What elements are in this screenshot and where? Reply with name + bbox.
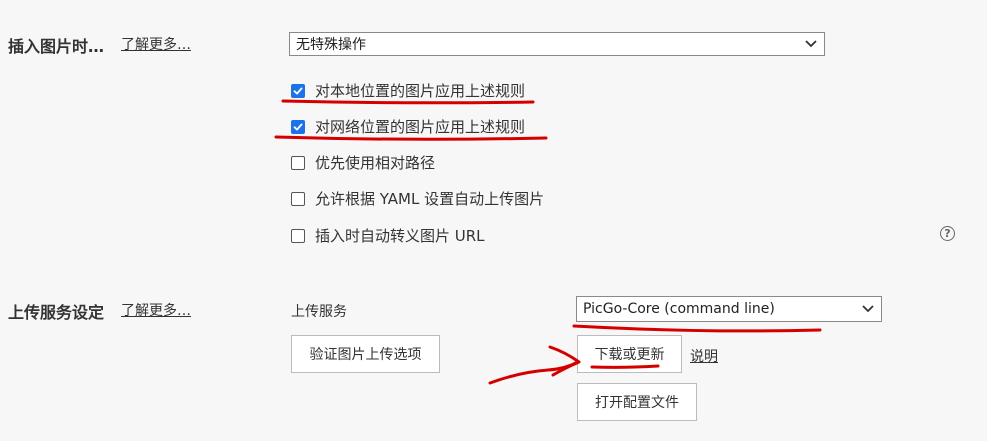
annotation-arrow-shaft: [488, 360, 580, 385]
upload-service-label: 上传服务: [291, 304, 347, 320]
option-row[interactable]: 允许根据 YAML 设置自动上传图片: [291, 188, 544, 209]
download-update-button[interactable]: 下载或更新: [577, 335, 682, 373]
insert-image-learn-more-link[interactable]: 了解更多…: [121, 34, 191, 54]
help-instructions-link[interactable]: 说明: [690, 346, 718, 366]
upload-service-value: PicGo-Core (command line): [583, 301, 775, 317]
question-circle-icon[interactable]: ?: [940, 226, 955, 241]
chevron-down-icon: [861, 302, 875, 316]
option-checkbox[interactable]: [291, 191, 305, 206]
option-label: 对网络位置的图片应用上述规则: [315, 118, 526, 136]
verify-upload-button[interactable]: 验证图片上传选项: [291, 335, 440, 373]
annotation-underline-service: [572, 324, 822, 333]
upload-service-section-label: 上传服务设定: [8, 303, 105, 322]
option-row[interactable]: 插入时自动转义图片 URL: [291, 225, 485, 246]
option-label: 允许根据 YAML 设置自动上传图片: [315, 190, 545, 208]
option-label: 优先使用相对路径: [315, 154, 436, 172]
upload-service-learn-more-link[interactable]: 了解更多…: [121, 300, 191, 320]
annotation-arrow-head: [548, 345, 581, 377]
check-icon: [293, 123, 303, 130]
annotation-underline-network: [274, 135, 548, 141]
option-row[interactable]: 对网络位置的图片应用上述规则: [291, 116, 525, 137]
annotation-underline-local: [281, 99, 535, 105]
red-annotation-overlay: [274, 99, 822, 385]
check-icon: [293, 87, 303, 94]
option-checkbox[interactable]: [291, 119, 305, 134]
option-checkbox[interactable]: [291, 83, 305, 98]
option-row[interactable]: 优先使用相对路径: [291, 152, 435, 173]
option-checkbox[interactable]: [291, 155, 305, 170]
open-config-file-button[interactable]: 打开配置文件: [577, 383, 697, 421]
option-checkbox[interactable]: [291, 228, 305, 243]
upload-service-select[interactable]: PicGo-Core (command line): [576, 296, 882, 322]
option-label: 对本地位置的图片应用上述规则: [315, 82, 526, 100]
chevron-down-icon: [804, 37, 818, 51]
insert-image-action-select[interactable]: 无特殊操作: [289, 32, 825, 56]
option-row[interactable]: 对本地位置的图片应用上述规则: [291, 80, 525, 101]
insert-image-section-label: 插入图片时…: [8, 37, 105, 56]
option-label: 插入时自动转义图片 URL: [315, 227, 485, 245]
insert-image-action-value: 无特殊操作: [296, 37, 366, 53]
